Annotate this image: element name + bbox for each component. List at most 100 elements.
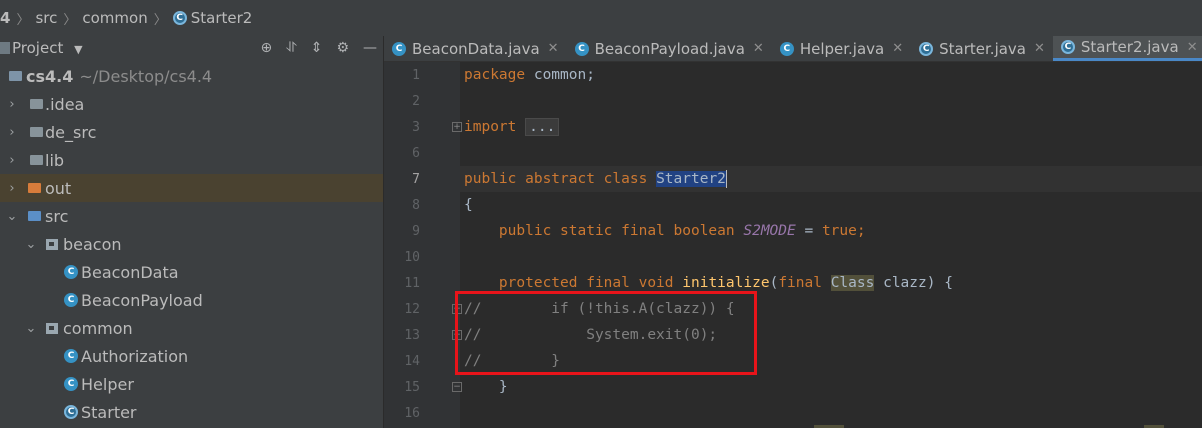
tree-item-label: lib bbox=[45, 150, 65, 170]
abstract-class-icon: C bbox=[64, 405, 78, 419]
folded-imports[interactable]: ... bbox=[525, 118, 560, 136]
excluded-folder-icon bbox=[28, 183, 41, 193]
class-icon: C bbox=[64, 377, 78, 391]
tab-label: Helper.java bbox=[799, 39, 885, 58]
tree-item-helper[interactable]: C Helper bbox=[0, 370, 383, 398]
tree-item-common[interactable]: ⌄ common bbox=[0, 314, 383, 342]
code-text: } bbox=[498, 379, 508, 395]
keyword: import bbox=[464, 119, 517, 135]
project-panel-header: Project ▼ ⊕ ⥯ ⇕ ⚙ — bbox=[0, 36, 383, 60]
hide-panel-icon[interactable]: — bbox=[363, 40, 377, 56]
tree-item-label: Authorization bbox=[81, 346, 189, 366]
method-name: initialize bbox=[682, 275, 770, 291]
project-panel-icon bbox=[0, 42, 10, 54]
code-text: = bbox=[795, 223, 822, 239]
expand-all-icon[interactable]: ⥯ bbox=[286, 40, 296, 56]
folder-icon bbox=[30, 155, 43, 165]
tab-beaconpayload[interactable]: C BeaconPayload.java ✕ bbox=[567, 36, 772, 61]
class-icon: C bbox=[64, 265, 78, 279]
type-name: Class bbox=[830, 275, 875, 291]
editor-tabs: C BeaconData.java ✕ C BeaconPayload.java… bbox=[384, 36, 1202, 62]
package-icon bbox=[46, 238, 58, 250]
package-icon bbox=[46, 322, 58, 334]
tree-item-label: de_src bbox=[45, 122, 97, 142]
class-icon: C bbox=[64, 349, 78, 363]
breadcrumb: 4 〉 src 〉 common 〉 C Starter2 bbox=[0, 0, 1202, 37]
dropdown-arrow-icon: ▼ bbox=[74, 43, 83, 56]
code-line: public static final boolean S2MODE = tru… bbox=[464, 218, 866, 244]
close-icon[interactable]: ✕ bbox=[892, 41, 903, 56]
chevron-down-icon[interactable]: ⌄ bbox=[24, 321, 38, 336]
abstract-class-icon: C bbox=[919, 41, 934, 56]
close-icon[interactable]: ✕ bbox=[1034, 41, 1045, 56]
breadcrumb-label: src bbox=[35, 9, 58, 27]
breadcrumb-item-project[interactable]: 4 bbox=[0, 9, 10, 27]
chevron-down-icon[interactable]: ⌄ bbox=[5, 209, 19, 224]
chevron-right-icon[interactable]: › bbox=[5, 153, 19, 168]
source-folder-icon bbox=[28, 211, 41, 221]
project-title: Project bbox=[12, 39, 64, 57]
tab-beacondata[interactable]: C BeaconData.java ✕ bbox=[384, 36, 567, 61]
code-text: ( bbox=[769, 275, 779, 291]
breadcrumb-item-starter2[interactable]: C Starter2 bbox=[172, 9, 253, 27]
folder-icon bbox=[30, 99, 43, 109]
tab-starter[interactable]: C Starter.java ✕ bbox=[911, 36, 1053, 61]
tree-item-beacondata[interactable]: C BeaconData bbox=[0, 258, 383, 286]
class-icon: C bbox=[574, 41, 589, 56]
chevron-right-icon[interactable]: › bbox=[5, 97, 19, 112]
tree-item-starter[interactable]: C Starter bbox=[0, 398, 383, 426]
tree-item-label: src bbox=[45, 206, 69, 226]
code-line: package common; bbox=[464, 62, 595, 88]
keyword: package bbox=[464, 67, 526, 83]
locate-file-icon[interactable]: ⊕ bbox=[261, 40, 273, 56]
gear-icon[interactable]: ⚙ bbox=[336, 40, 349, 56]
tree-item-cs44[interactable]: cs4.4 ~/Desktop/cs4.4 bbox=[0, 62, 383, 90]
chevron-right-icon[interactable]: › bbox=[5, 125, 19, 140]
tree-item-beacon[interactable]: ⌄ beacon bbox=[0, 230, 383, 258]
field-name: S2MODE bbox=[743, 223, 796, 239]
code-text: clazz) { bbox=[874, 275, 953, 291]
breadcrumb-item-common[interactable]: common bbox=[82, 9, 147, 27]
class-icon: C bbox=[779, 41, 794, 56]
tree-item-de-src[interactable]: › de_src bbox=[0, 118, 383, 146]
collapse-all-icon[interactable]: ⇕ bbox=[311, 40, 323, 56]
tree-item-label: .idea bbox=[45, 94, 85, 114]
tree-item-label: Helper bbox=[81, 374, 134, 394]
tree-item-authorization[interactable]: C Authorization bbox=[0, 342, 383, 370]
tab-helper[interactable]: C Helper.java ✕ bbox=[772, 36, 911, 61]
tree-item-out[interactable]: › out bbox=[0, 174, 383, 202]
tab-label: Starter.java bbox=[939, 39, 1026, 58]
keyword: public abstract class bbox=[464, 171, 648, 187]
module-path: ~/Desktop/cs4.4 bbox=[79, 66, 213, 86]
code-line: import ... bbox=[464, 114, 560, 140]
keyword: final bbox=[778, 275, 822, 291]
chevron-right-icon: 〉 bbox=[16, 12, 30, 28]
code-text: ; bbox=[856, 223, 866, 239]
close-icon[interactable]: ✕ bbox=[548, 41, 559, 56]
keyword: true bbox=[821, 223, 857, 239]
keyword: protected final void bbox=[498, 275, 674, 291]
tree-item-beaconpayload[interactable]: C BeaconPayload bbox=[0, 286, 383, 314]
annotation-highlight-box bbox=[455, 291, 757, 375]
breadcrumb-label: 4 bbox=[0, 9, 11, 27]
chevron-right-icon[interactable]: › bbox=[5, 181, 19, 196]
chevron-right-icon: 〉 bbox=[63, 12, 77, 28]
text-cursor bbox=[725, 170, 727, 188]
chevron-down-icon[interactable]: ⌄ bbox=[24, 237, 38, 252]
breadcrumb-item-src[interactable]: src bbox=[35, 9, 57, 27]
tree-item-idea[interactable]: › .idea bbox=[0, 90, 383, 118]
close-icon[interactable]: ✕ bbox=[753, 41, 764, 56]
class-icon: C bbox=[392, 41, 406, 56]
class-icon: C bbox=[64, 293, 78, 307]
tree-item-lib[interactable]: › lib bbox=[0, 146, 383, 174]
tab-starter2[interactable]: C Starter2.java ✕ bbox=[1052, 36, 1202, 61]
abstract-class-icon: C bbox=[1060, 40, 1075, 54]
project-panel: Project ▼ ⊕ ⥯ ⇕ ⚙ — cs4.4 ~/Desktop/cs4.… bbox=[0, 36, 384, 428]
tree-item-src[interactable]: ⌄ src bbox=[0, 202, 383, 230]
close-icon[interactable]: ✕ bbox=[1187, 40, 1198, 55]
folder-icon bbox=[30, 127, 43, 137]
project-view-selector[interactable]: Project ▼ bbox=[12, 39, 83, 57]
abstract-class-icon: C bbox=[172, 11, 187, 25]
breadcrumb-label: common bbox=[82, 9, 148, 27]
breadcrumb-label: Starter2 bbox=[190, 9, 253, 27]
